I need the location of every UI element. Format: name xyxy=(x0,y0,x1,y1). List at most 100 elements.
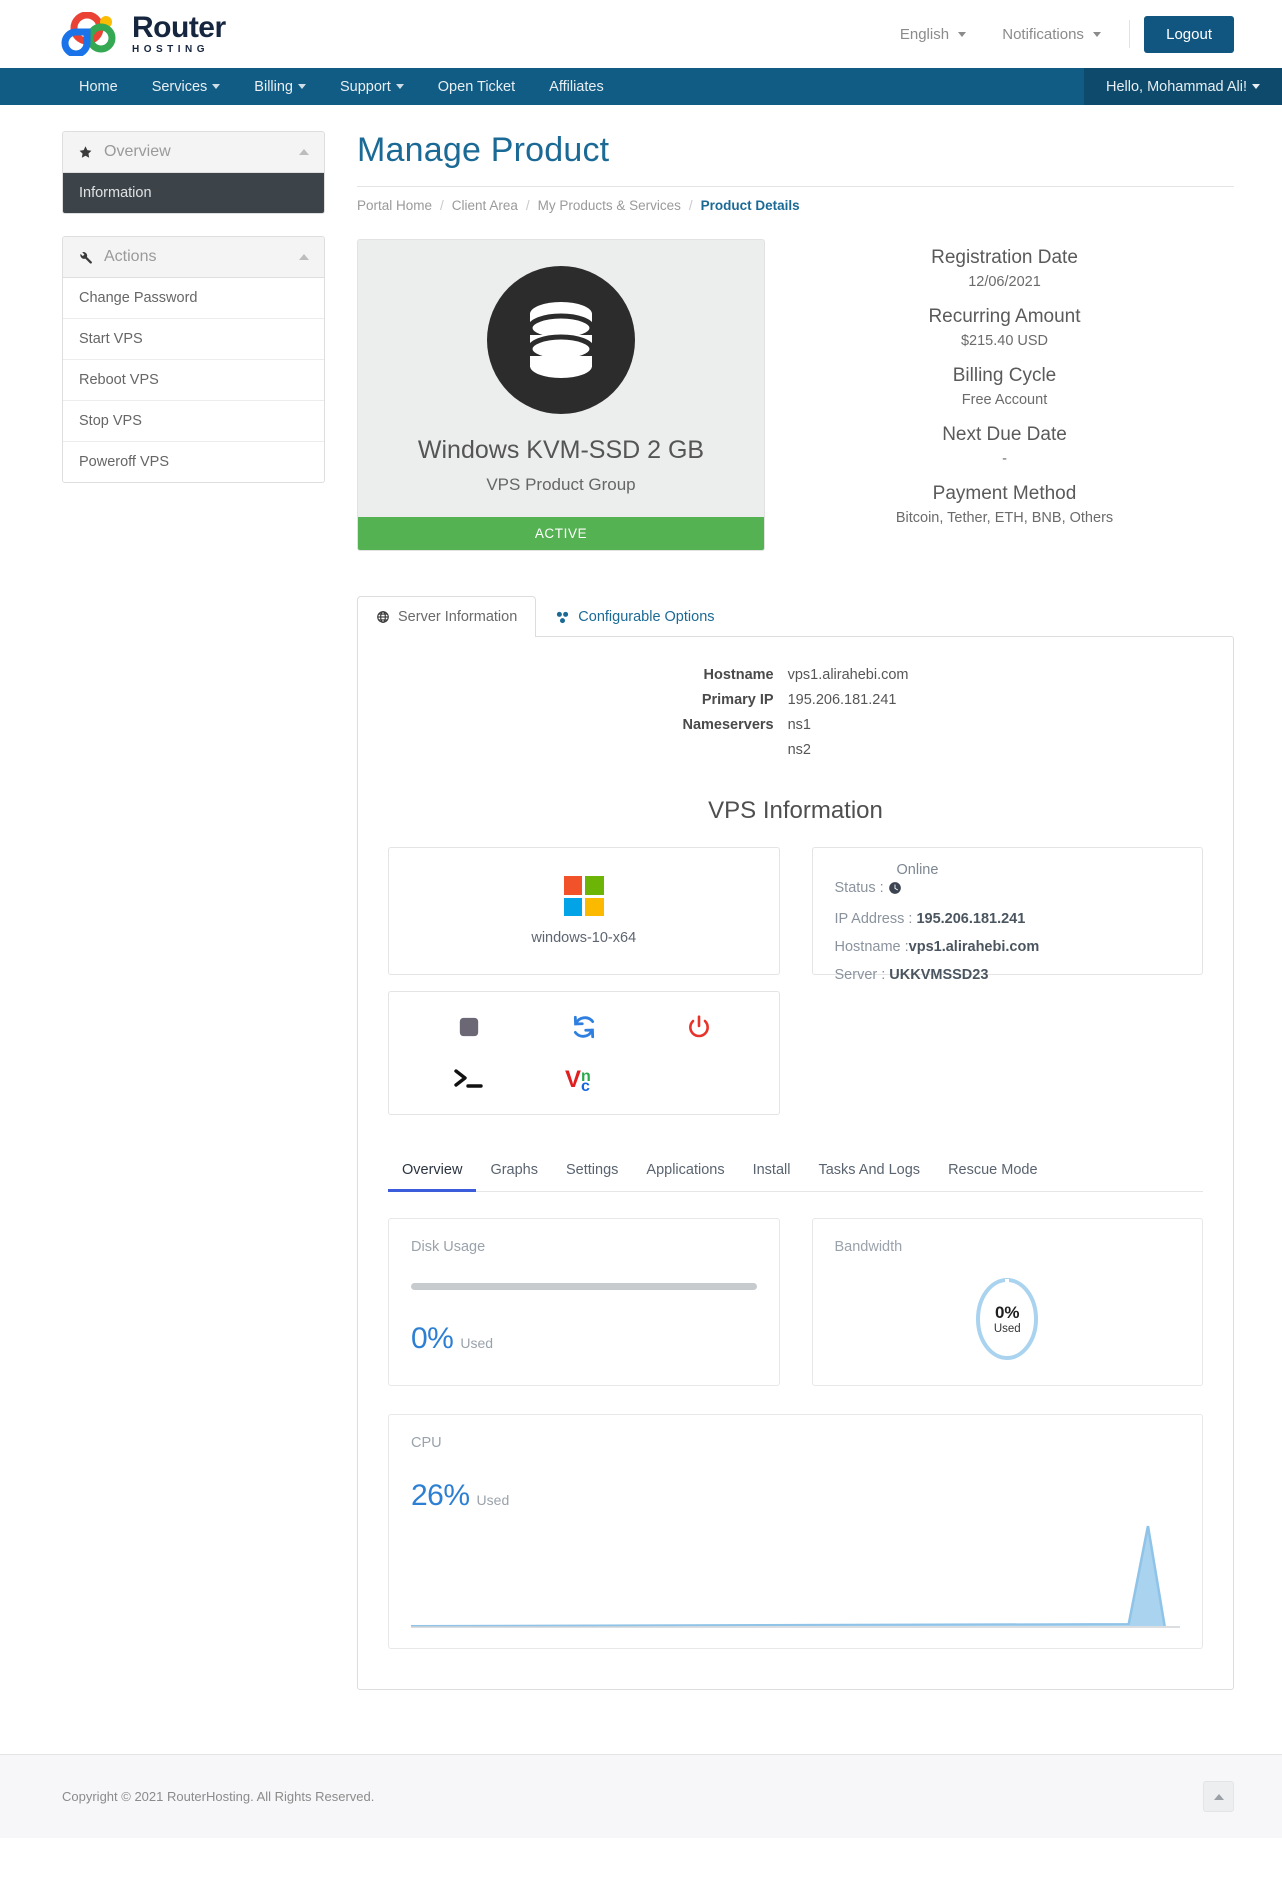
sidebar-panel-overview: Overview Information xyxy=(62,131,325,214)
sidebar-overview-title: Overview xyxy=(104,143,171,160)
vnc-icon[interactable]: V n c xyxy=(564,1057,604,1101)
vps-status-row: Status : xyxy=(835,875,1203,906)
nav-item-home[interactable]: Home xyxy=(62,68,135,105)
vps-hostname-label: Hostname : xyxy=(834,938,909,955)
stop-icon[interactable] xyxy=(458,1005,480,1049)
sidebar-item-label: Start VPS xyxy=(79,331,143,347)
vps-ip-value: 195.206.181.241 xyxy=(916,911,1026,928)
nav-item-support[interactable]: Support xyxy=(323,68,421,105)
next-due-date-label: Next Due Date xyxy=(942,424,1067,445)
product-card: Windows KVM-SSD 2 GB VPS Product Group A… xyxy=(357,239,765,551)
vps-information-heading: VPS Information xyxy=(708,797,883,825)
primary-ip-value: 195.206.181.241 xyxy=(787,692,897,709)
site-logo[interactable]: Router HOSTING xyxy=(60,11,226,58)
inner-tab-settings[interactable]: Settings xyxy=(552,1153,632,1192)
language-selector[interactable]: English xyxy=(882,26,984,43)
user-greeting-label: Hello, Mohammad Ali! xyxy=(1105,78,1247,95)
page-title: Manage Product xyxy=(357,131,610,169)
os-name: windows-10-x64 xyxy=(531,930,637,947)
sidebar-item-reboot-vps[interactable]: Reboot VPS xyxy=(63,360,324,401)
recurring-amount-label: Recurring Amount xyxy=(928,306,1081,327)
cpu-chart xyxy=(410,1520,1180,1630)
logout-button[interactable]: Logout xyxy=(1144,15,1234,53)
server-info-labels: Hostname Primary IP Nameservers xyxy=(682,663,773,763)
chevron-down-icon xyxy=(1252,84,1260,89)
disk-usage-title: Disk Usage xyxy=(411,1239,486,1256)
top-bar: Router HOSTING English Notifications Log… xyxy=(0,0,1282,68)
chevron-up-icon xyxy=(299,254,309,260)
nav-label: Home xyxy=(79,78,118,95)
breadcrumb-separator: / xyxy=(688,198,693,213)
nameservers-label: Nameservers xyxy=(682,717,774,734)
breadcrumb-my-products[interactable]: My Products & Services xyxy=(538,198,681,213)
inner-tab-applications[interactable]: Applications xyxy=(632,1153,738,1192)
database-icon xyxy=(487,266,635,414)
disk-usage-bar xyxy=(411,1283,757,1291)
wrench-icon xyxy=(78,250,93,265)
inner-tab-overview[interactable]: Overview xyxy=(388,1153,477,1193)
tab-configurable-options[interactable]: Configurable Options xyxy=(536,596,733,637)
nav-item-open-ticket[interactable]: Open Ticket xyxy=(421,68,532,105)
next-due-date-value: - xyxy=(1002,451,1007,467)
nav-label: Billing xyxy=(254,78,293,95)
tab-server-information[interactable]: Server Information xyxy=(357,596,537,637)
chevron-down-icon xyxy=(1093,32,1102,38)
main-navigation: Home Services Billing Support Open Ticke… xyxy=(0,68,1282,105)
inner-tab-label: Applications xyxy=(646,1162,725,1179)
console-icon[interactable] xyxy=(452,1057,486,1101)
reboot-icon[interactable] xyxy=(571,1005,597,1049)
sidebar-item-poweroff-vps[interactable]: Poweroff VPS xyxy=(63,442,324,482)
sidebar-item-label: Poweroff VPS xyxy=(79,454,170,470)
notifications-label: Notifications xyxy=(1002,25,1084,43)
inner-tab-rescue-mode[interactable]: Rescue Mode xyxy=(934,1153,1051,1192)
inner-tab-label: Settings xyxy=(566,1162,619,1179)
sidebar-item-label: Information xyxy=(79,185,152,201)
language-label: English xyxy=(899,25,950,43)
sidebar-item-start-vps[interactable]: Start VPS xyxy=(63,319,324,360)
breadcrumb-portal-home[interactable]: Portal Home xyxy=(357,198,432,213)
page-container: Overview Information Actions Change Pass… xyxy=(0,105,1282,1691)
payment-method-label: Payment Method xyxy=(932,483,1077,504)
sidebar-item-stop-vps[interactable]: Stop VPS xyxy=(63,401,324,442)
vps-ip-label: IP Address : xyxy=(834,911,913,928)
copyright-text: Copyright © 2021 RouterHosting. All Righ… xyxy=(62,1789,375,1805)
sidebar-actions-header[interactable]: Actions xyxy=(63,237,324,278)
tab-label: Server Information xyxy=(398,609,518,625)
breadcrumb-client-area[interactable]: Client Area xyxy=(452,198,518,213)
chevron-down-icon xyxy=(297,84,306,89)
nav-item-affiliates[interactable]: Affiliates xyxy=(532,68,621,105)
sidebar-item-label: Stop VPS xyxy=(79,413,142,429)
logo-brand-name: Router xyxy=(132,11,226,44)
breadcrumb: Portal Home / Client Area / My Products … xyxy=(357,186,1234,213)
notifications-menu[interactable]: Notifications xyxy=(984,26,1119,43)
user-account-menu[interactable]: Hello, Mohammad Ali! xyxy=(1083,68,1282,105)
logo-tagline: HOSTING xyxy=(132,44,210,55)
nav-item-services[interactable]: Services xyxy=(135,68,238,105)
os-card: windows-10-x64 xyxy=(388,847,780,976)
inner-tab-tasks-and-logs[interactable]: Tasks And Logs xyxy=(804,1153,934,1192)
divider xyxy=(1129,20,1131,48)
sidebar-item-label: Reboot VPS xyxy=(79,372,159,388)
sidebar-item-change-password[interactable]: Change Password xyxy=(63,278,324,319)
bandwidth-donut: 0% Used xyxy=(975,1277,1039,1361)
sidebar-item-information[interactable]: Information xyxy=(63,173,324,213)
registration-date-value: 12/06/2021 xyxy=(968,274,1041,290)
scroll-to-top-button[interactable] xyxy=(1203,1781,1234,1813)
bandwidth-donut-wrap: 0% Used xyxy=(835,1277,1181,1361)
sidebar-overview-header[interactable]: Overview xyxy=(63,132,324,173)
inner-tab-label: Tasks And Logs xyxy=(818,1162,921,1179)
product-card-body: Windows KVM-SSD 2 GB VPS Product Group xyxy=(358,240,764,517)
inner-tab-graphs[interactable]: Graphs xyxy=(476,1153,552,1192)
power-icon[interactable] xyxy=(686,1005,712,1049)
product-details-panel: Registration Date 12/06/2021 Recurring A… xyxy=(775,239,1234,551)
inner-tab-install[interactable]: Install xyxy=(739,1153,805,1192)
disk-usage-value-row: 0% Used xyxy=(411,1322,757,1356)
logo-mark-icon xyxy=(60,11,122,58)
hostname-label: Hostname xyxy=(703,667,774,683)
nav-item-billing[interactable]: Billing xyxy=(237,68,323,105)
star-icon xyxy=(78,145,93,160)
payment-method-value: Bitcoin, Tether, ETH, BNB, Others xyxy=(895,510,1114,526)
disk-usage-percent: 0% xyxy=(411,1322,454,1356)
bandwidth-title: Bandwidth xyxy=(834,1239,903,1256)
logo-text: Router HOSTING xyxy=(132,13,226,55)
